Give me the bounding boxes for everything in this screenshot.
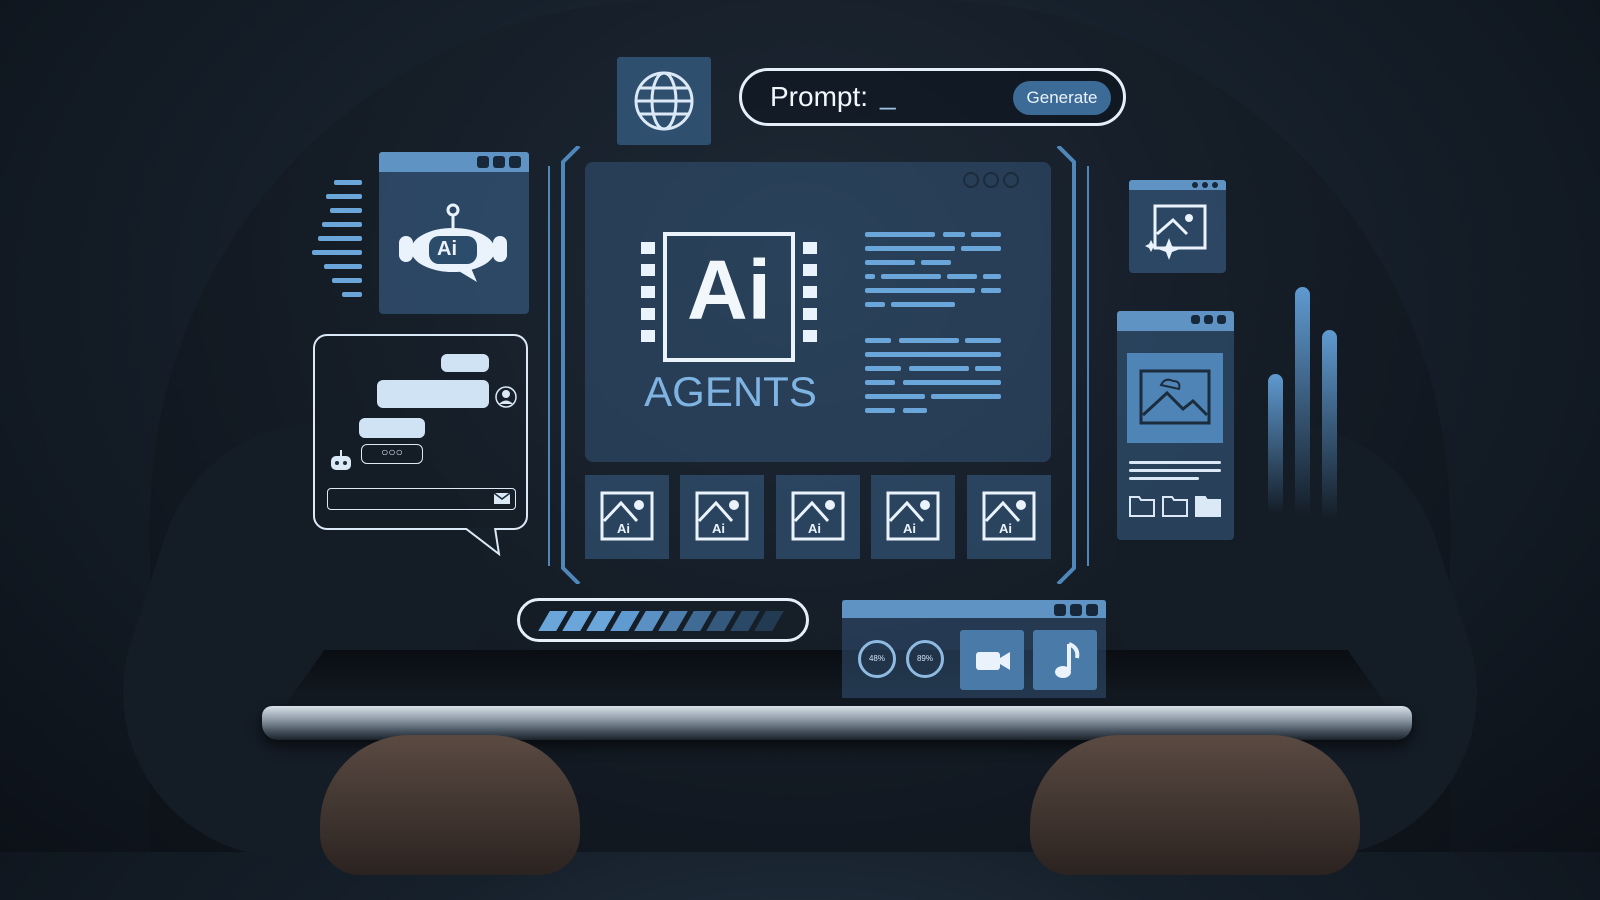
agents-title: AGENTS [644,368,817,415]
image-icon [695,491,749,541]
window-titlebar [1117,311,1234,331]
music-button[interactable] [1033,630,1097,690]
tablet-screen [280,650,1392,712]
video-button[interactable] [960,630,1024,690]
chat-message [377,380,489,408]
chat-tail [465,528,501,556]
folder-icon[interactable] [1162,493,1188,517]
folder-icon[interactable] [1195,493,1221,517]
prompt-input[interactable]: Prompt: _ Generate [739,68,1126,126]
right-hand [1030,735,1360,875]
thumbnail-label: Ai [617,521,630,536]
left-hand [320,735,580,875]
chat-panel[interactable]: ○○○ [313,334,528,556]
folder-icon[interactable] [1129,493,1155,517]
generate-button[interactable]: Generate [1013,81,1111,115]
thumbnail-5[interactable]: Ai [967,475,1051,559]
thumbnail-label: Ai [999,521,1012,536]
ai-image-icon [1145,204,1207,260]
gallery-card[interactable] [1117,311,1234,540]
chat-message [441,354,489,372]
chat-input[interactable] [327,488,516,510]
right-bracket [1056,146,1089,584]
music-icon [1055,642,1080,678]
robot-icon [331,450,351,470]
thumbnail-3[interactable]: Ai [776,475,860,559]
featured-image[interactable] [1127,353,1223,443]
ai-chip-logo: Ai [663,232,795,362]
image-icon [982,491,1036,541]
window-titlebar [842,600,1106,618]
image-icon [886,491,940,541]
waveform-lines [312,180,362,310]
prompt-cursor: _ [880,79,896,110]
image-card[interactable] [1129,180,1226,273]
gauge-48: 48% [858,640,896,678]
thumbnail-label: Ai [808,521,821,536]
chat-message [359,418,425,438]
prompt-label: Prompt: [770,81,869,112]
video-icon [976,652,1010,670]
robot-card-label: Ai [437,238,457,260]
robot-card[interactable]: Ai [379,152,529,314]
image-icon [1139,369,1211,425]
gauge-89: 89% [906,640,944,678]
left-bracket [548,146,581,584]
progress-bar [517,598,809,642]
thumbnail-4[interactable]: Ai [871,475,955,559]
thumbnail-1[interactable]: Ai [585,475,669,559]
thumbnail-label: Ai [903,521,916,536]
globe-icon [634,71,694,131]
user-icon [495,386,517,408]
envelope-icon[interactable] [493,492,511,505]
thumbnail-2[interactable]: Ai [680,475,764,559]
image-icon [600,491,654,541]
thumbnail-label: Ai [712,521,725,536]
typing-indicator: ○○○ [361,444,423,464]
window-titlebar [1129,180,1226,190]
window-controls [963,172,1019,188]
image-icon [791,491,845,541]
ai-logo-text: Ai [687,243,771,337]
globe-button[interactable] [617,57,711,145]
window-titlebar [379,152,529,172]
